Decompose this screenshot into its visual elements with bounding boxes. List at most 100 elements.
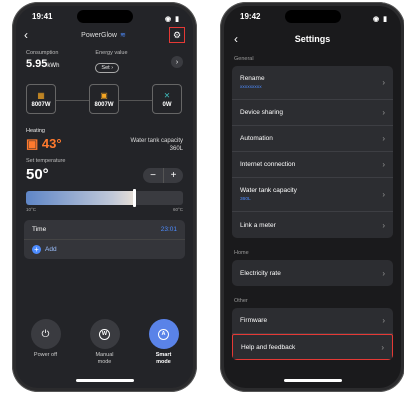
other-settings-group: Firmware › Help and feedback › bbox=[232, 308, 393, 360]
chevron-right-icon: › bbox=[382, 108, 385, 117]
gear-icon: ⚙ bbox=[172, 29, 182, 40]
add-label: Add bbox=[45, 246, 57, 253]
flow-node-value: 8007W bbox=[94, 101, 114, 108]
flow-node-value: 8007W bbox=[31, 101, 51, 108]
phone-notch bbox=[284, 10, 341, 23]
automation-label: Automation bbox=[240, 135, 273, 142]
chevron-right-icon: › bbox=[381, 342, 384, 352]
status-time: 19:41 bbox=[32, 12, 53, 21]
flow-node-solar[interactable]: ▦ 8007W bbox=[26, 84, 56, 114]
back-arrow-icon[interactable]: ‹ bbox=[234, 32, 248, 46]
home-indicator[interactable] bbox=[283, 379, 342, 382]
device-title: PowerGlow ≋ bbox=[38, 31, 169, 39]
solar-panel-icon: ▦ bbox=[37, 90, 45, 100]
chevron-right-icon: › bbox=[382, 190, 385, 199]
water-tank-capacity-value: 360L bbox=[240, 197, 251, 202]
home-settings-group: Electricity rate › bbox=[232, 260, 393, 286]
mode-selector: ⏻ Power off W Manual mode A Smart mode bbox=[16, 319, 193, 366]
heating-section: Heating ▣ 43° Water tank capacity 360L bbox=[16, 116, 193, 152]
settings-screen: 19:42 ◉ ▮ ‹ Settings General Rename xxxx… bbox=[224, 6, 401, 388]
time-label: Time bbox=[32, 226, 47, 233]
time-value: 23:01 bbox=[160, 226, 177, 233]
smart-mode-icon: A bbox=[158, 328, 169, 340]
settings-header: ‹ Settings bbox=[224, 26, 401, 48]
device-sharing-row[interactable]: Device sharing › bbox=[232, 100, 393, 126]
decrease-temperature-button[interactable]: − bbox=[143, 168, 163, 183]
smart-mode[interactable]: A Smart mode bbox=[142, 319, 186, 366]
rename-label: Rename bbox=[240, 75, 265, 82]
tank-capacity-label: Water tank capacity bbox=[130, 138, 183, 144]
status-time: 19:42 bbox=[240, 12, 261, 21]
settings-title: Settings bbox=[294, 34, 331, 44]
chevron-right-icon: › bbox=[175, 58, 179, 66]
consumption-section: Consumption 5.95kWh Energy value Set › › bbox=[16, 44, 193, 74]
chevron-right-icon: › bbox=[382, 268, 385, 278]
energy-set-label: Set bbox=[101, 65, 110, 71]
power-icon: ⏻ bbox=[30, 319, 61, 349]
chevron-right-icon: › bbox=[382, 78, 385, 87]
section-home-label: Home bbox=[234, 250, 249, 256]
home-indicator[interactable] bbox=[75, 379, 134, 382]
internet-connection-row[interactable]: Internet connection › bbox=[232, 152, 393, 178]
device-sharing-label: Device sharing bbox=[240, 109, 283, 116]
chevron-right-icon: › bbox=[382, 134, 385, 143]
consumption-label: Consumption bbox=[26, 50, 59, 56]
help-feedback-row[interactable]: Help and feedback › bbox=[232, 334, 393, 360]
firmware-label: Firmware bbox=[240, 317, 268, 324]
temperature-stepper: − + bbox=[143, 168, 183, 183]
back-arrow-icon[interactable]: ‹ bbox=[24, 28, 38, 42]
mode-label: Smart mode bbox=[155, 352, 172, 365]
flow-node-grid[interactable]: ⨯ 0W bbox=[152, 84, 182, 114]
slider-max-label: 60°C bbox=[172, 207, 183, 212]
internet-connection-label: Internet connection bbox=[240, 161, 296, 168]
link-meter-label: Link a meter bbox=[240, 221, 276, 229]
electricity-rate-row[interactable]: Electricity rate › bbox=[232, 260, 393, 286]
wifi-icon: ≋ bbox=[119, 32, 126, 39]
firmware-row[interactable]: Firmware › bbox=[232, 308, 393, 334]
set-temperature-label: Set temperature bbox=[26, 158, 66, 164]
home-screen: 19:41 ◉ ▮ ‹ PowerGlow ≋ ⚙ Consumption 5.9… bbox=[16, 6, 193, 388]
tower-icon: ⨯ bbox=[163, 90, 171, 100]
set-temperature-value: 50° bbox=[26, 166, 49, 183]
consumption-detail-button[interactable]: › bbox=[171, 56, 183, 68]
phone-device-home: 19:41 ◉ ▮ ‹ PowerGlow ≋ ⚙ Consumption 5.9… bbox=[12, 2, 197, 392]
consumption-unit: kWh bbox=[47, 63, 60, 69]
water-tank-capacity-row[interactable]: Water tank capacity 360L › bbox=[232, 178, 393, 212]
tank-capacity-value: 360L bbox=[169, 146, 183, 152]
wifi-signal-icon: ◉ bbox=[373, 16, 380, 23]
energy-value-label: Energy value bbox=[95, 50, 128, 56]
mode-label: Manual mode bbox=[95, 352, 114, 365]
energy-flow: ▦ 8007W ▣ 8007W ⨯ 0W bbox=[24, 84, 185, 116]
energy-set-button[interactable]: Set › bbox=[95, 63, 120, 73]
temperature-slider[interactable] bbox=[26, 189, 183, 207]
consumption-value: 5.95 bbox=[26, 58, 48, 70]
water-tank-capacity-label: Water tank capacity bbox=[240, 187, 297, 194]
top-navigation: ‹ PowerGlow ≋ ⚙ bbox=[16, 26, 193, 44]
mode-label: Power off bbox=[33, 352, 58, 358]
add-schedule-button[interactable]: + Add bbox=[24, 240, 185, 259]
plus-icon: + bbox=[32, 245, 41, 254]
slider-handle[interactable] bbox=[132, 189, 136, 207]
battery-status-icon: ▮ bbox=[175, 16, 179, 23]
heating-value: 43° bbox=[41, 136, 62, 151]
set-temperature-section: Set temperature 50° − + bbox=[16, 152, 193, 183]
chevron-right-icon: › bbox=[382, 160, 385, 169]
manual-mode[interactable]: W Manual mode bbox=[83, 319, 127, 366]
slider-min-label: 10°C bbox=[26, 207, 37, 212]
electricity-rate-label: Electricity rate bbox=[240, 269, 281, 277]
link-meter-row[interactable]: Link a meter › bbox=[232, 212, 393, 238]
chevron-right-icon: › bbox=[382, 316, 385, 325]
manual-mode-icon: W bbox=[99, 328, 110, 340]
battery-status-icon: ▮ bbox=[383, 16, 387, 23]
time-row[interactable]: Time 23:01 bbox=[24, 220, 185, 240]
increase-temperature-button[interactable]: + bbox=[163, 168, 183, 183]
flow-node-battery[interactable]: ▣ 8007W bbox=[89, 84, 119, 114]
rename-row[interactable]: Rename xxxxxxxxx › bbox=[232, 66, 393, 100]
phone-notch bbox=[76, 10, 133, 23]
power-off-mode[interactable]: ⏻ Power off bbox=[24, 319, 68, 366]
automation-row[interactable]: Automation › bbox=[232, 126, 393, 152]
battery-icon: ▣ bbox=[100, 90, 108, 100]
settings-gear-button[interactable]: ⚙ bbox=[169, 27, 185, 43]
phone-device-settings: 19:42 ◉ ▮ ‹ Settings General Rename xxxx… bbox=[220, 2, 404, 392]
schedule-card: Time 23:01 + Add bbox=[24, 220, 185, 259]
